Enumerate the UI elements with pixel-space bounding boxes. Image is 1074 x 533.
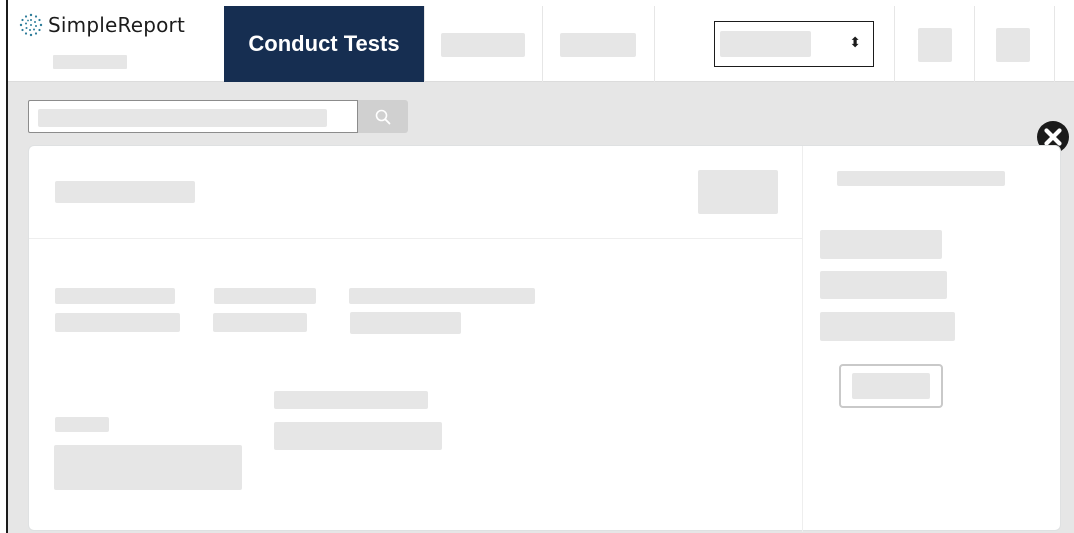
- field-value-placeholder: [350, 312, 461, 334]
- patient-name-placeholder: [55, 181, 195, 203]
- select-arrows-icon: ⬍: [849, 35, 861, 51]
- test-card: [28, 145, 1061, 532]
- search-button[interactable]: [358, 100, 408, 133]
- nav-item-results[interactable]: [424, 6, 542, 82]
- facility-name-placeholder: [53, 55, 127, 69]
- search-icon: [375, 109, 391, 124]
- nav-user-button[interactable]: [974, 6, 1054, 82]
- app-frame: SimpleReport Conduct Tests ⬍: [6, 0, 1074, 533]
- facility-select[interactable]: ⬍: [714, 21, 874, 67]
- test-card-main: [29, 146, 802, 532]
- sidebar-title-placeholder: [837, 171, 1005, 186]
- simplereport-dots-icon: [18, 12, 44, 38]
- field-value-placeholder: [55, 313, 180, 332]
- patient-search: [28, 100, 408, 133]
- test-card-sidebar: [802, 146, 1060, 532]
- field-input-placeholder[interactable]: [54, 445, 242, 490]
- sidebar-option-placeholder[interactable]: [820, 271, 947, 299]
- app-logo[interactable]: SimpleReport: [18, 12, 185, 38]
- test-card-header: [29, 146, 802, 239]
- field-label-placeholder: [349, 288, 535, 304]
- field-label-placeholder: [55, 288, 175, 304]
- field-label-placeholder: [55, 417, 109, 432]
- facility-select-value-placeholder: [720, 31, 811, 57]
- user-icon: [996, 28, 1030, 62]
- nav-item-patients[interactable]: [542, 6, 654, 82]
- support-icon: [918, 28, 952, 62]
- search-input-placeholder: [38, 109, 327, 127]
- sidebar-submit-button[interactable]: [839, 364, 943, 408]
- app-name: SimpleReport: [48, 13, 185, 37]
- nav-support-button[interactable]: [894, 6, 974, 82]
- nav-item-label-placeholder: [441, 33, 525, 57]
- nav-conduct-tests[interactable]: Conduct Tests: [224, 6, 424, 82]
- nav-item-label-placeholder: [560, 33, 636, 57]
- sidebar-submit-label-placeholder: [852, 373, 930, 399]
- sidebar-option-placeholder[interactable]: [820, 230, 942, 259]
- field-input-placeholder[interactable]: [274, 422, 442, 450]
- nav-divider: [1054, 6, 1074, 82]
- field-label-placeholder: [214, 288, 316, 304]
- field-value-placeholder: [213, 313, 307, 332]
- nav-conduct-tests-label: Conduct Tests: [248, 31, 400, 56]
- top-navigation-bar: SimpleReport Conduct Tests ⬍: [8, 0, 1074, 82]
- search-input[interactable]: [28, 100, 358, 133]
- header-action-button[interactable]: [698, 170, 778, 214]
- field-label-placeholder: [274, 391, 428, 409]
- sidebar-option-placeholder[interactable]: [820, 312, 955, 341]
